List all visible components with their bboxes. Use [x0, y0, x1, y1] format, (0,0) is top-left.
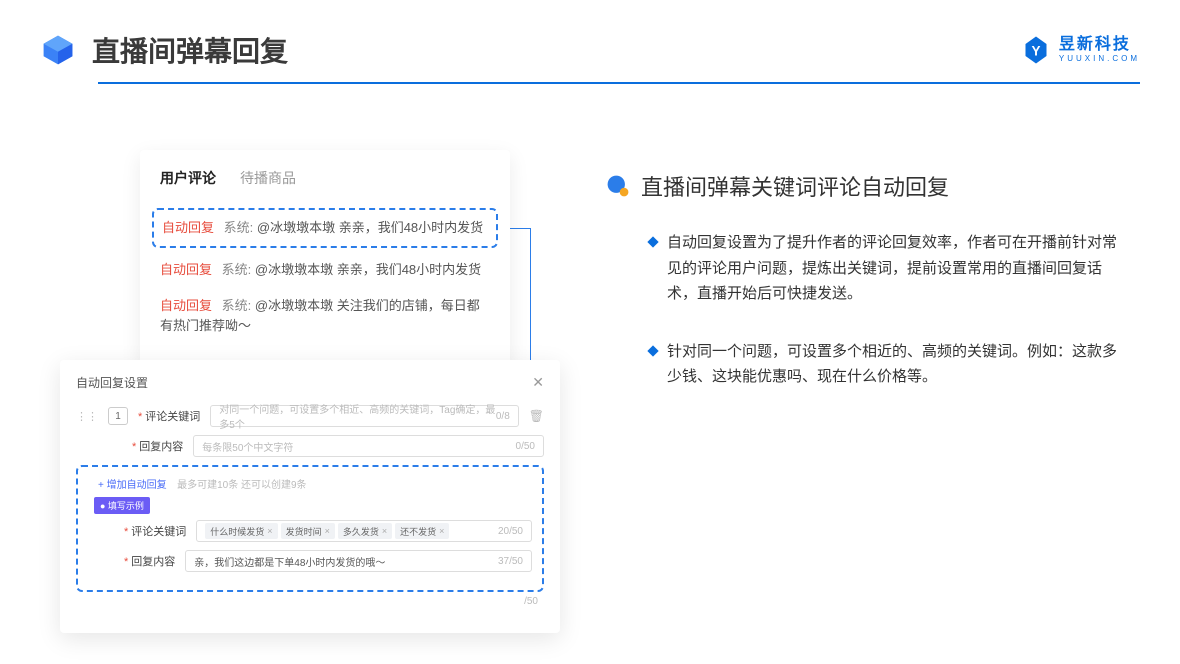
ex-reply-counter: 37/50	[498, 556, 523, 567]
page-header: 直播间弹幕回复 Y 昱新科技 YUUXIN.COM	[0, 0, 1180, 82]
page-title: 直播间弹幕回复	[92, 30, 288, 70]
section-heading: 直播间弹幕关键词评论自动回复	[605, 170, 1145, 202]
settings-header: 自动回复设置 ✕	[76, 374, 544, 391]
drag-handle-icon[interactable]: ⋮⋮	[76, 410, 98, 423]
left-screenshots: 用户评论 待播商品 自动回复 系统: @冰墩墩本墩 亲亲，我们48小时内发货 自…	[60, 150, 570, 620]
keyword-tag[interactable]: 发货时间×	[281, 523, 335, 539]
example-row-reply: *回复内容 亲，我们这边都是下单48小时内发货的哦～ 37/50	[88, 550, 532, 572]
tabs: 用户评论 待播商品	[140, 168, 510, 202]
bullet-2: 针对同一个问题，可设置多个相近的、高频的关键词。例如：这款多少钱、这块能优惠吗、…	[605, 339, 1145, 390]
cube-icon	[40, 32, 76, 68]
tag-remove-icon[interactable]: ×	[325, 526, 330, 536]
settings-title: 自动回复设置	[76, 374, 148, 391]
brand-logo-icon: Y	[1021, 35, 1051, 65]
ex-keyword-counter: 20/50	[498, 526, 523, 537]
system-label: 系统:	[222, 298, 252, 313]
ex-reply-label: *回复内容	[124, 553, 175, 569]
highlighted-comment-box: 自动回复 系统: @冰墩墩本墩 亲亲，我们48小时内发货	[152, 208, 498, 248]
add-hint: 最多可建10条 还可以创建9条	[177, 480, 306, 491]
row-number: 1	[108, 407, 128, 425]
keyword-label: *评论关键词	[138, 408, 200, 424]
bullet-2-text: 针对同一个问题，可设置多个相近的、高频的关键词。例如：这款多少钱、这块能优惠吗、…	[667, 339, 1127, 390]
auto-reply-tag: 自动回复	[160, 262, 212, 277]
section-title: 直播间弹幕关键词评论自动回复	[641, 170, 949, 202]
delete-icon[interactable]: 🗑	[529, 409, 544, 423]
auto-reply-tag: 自动回复	[162, 220, 214, 235]
auto-reply-settings-panel: 自动回复设置 ✕ ⋮⋮ 1 *评论关键词 对同一个问题，可设置多个相近、高频的关…	[60, 360, 560, 633]
comment-text: @冰墩墩本墩 亲亲，我们48小时内发货	[257, 220, 483, 235]
comments-panel: 用户评论 待播商品 自动回复 系统: @冰墩墩本墩 亲亲，我们48小时内发货 自…	[140, 150, 510, 369]
brand-name-en: YUUXIN.COM	[1059, 55, 1140, 63]
ex-keyword-tags: 什么时候发货×发货时间×多久发货×还不发货×	[205, 523, 452, 539]
form-row-reply: *回复内容 每条限50个中文字符 0/50	[76, 435, 544, 457]
header-underline	[98, 82, 1140, 84]
svg-text:Y: Y	[1031, 43, 1040, 58]
keyword-tag[interactable]: 还不发货×	[395, 523, 449, 539]
ex-reply-text: 亲，我们这边都是下单48小时内发货的哦～	[194, 554, 385, 569]
bubble-icon	[605, 173, 631, 199]
keyword-counter: 0/8	[496, 411, 510, 422]
extra-counter: /50	[524, 596, 538, 607]
example-row-keyword: *评论关键词 什么时候发货×发货时间×多久发货×还不发货× 20/50	[88, 520, 532, 542]
diamond-icon	[647, 236, 658, 247]
example-box: + 增加自动回复 最多可建10条 还可以创建9条 ● 填写示例 *评论关键词 什…	[76, 465, 544, 592]
close-icon[interactable]: ✕	[532, 374, 544, 391]
right-content: 直播间弹幕关键词评论自动回复 自动回复设置为了提升作者的评论回复效率，作者可在开…	[605, 170, 1145, 422]
diamond-icon	[647, 345, 658, 356]
keyword-tag[interactable]: 多久发货×	[338, 523, 392, 539]
tag-remove-icon[interactable]: ×	[267, 526, 272, 536]
keyword-input[interactable]: 对同一个问题，可设置多个相近、高频的关键词，Tag确定，最多5个 0/8	[210, 405, 518, 427]
tab-user-comments[interactable]: 用户评论	[160, 168, 216, 188]
comment-row-2: 自动回复 系统: @冰墩墩本墩 亲亲，我们48小时内发货	[140, 252, 510, 288]
tab-pending-goods[interactable]: 待播商品	[240, 168, 296, 188]
reply-input[interactable]: 每条限50个中文字符 0/50	[193, 435, 544, 457]
keyword-tag[interactable]: 什么时候发货×	[205, 523, 277, 539]
ex-keyword-input[interactable]: 什么时候发货×发货时间×多久发货×还不发货× 20/50	[196, 520, 532, 542]
tag-remove-icon[interactable]: ×	[439, 526, 444, 536]
comment-row-1: 自动回复 系统: @冰墩墩本墩 亲亲，我们48小时内发货	[162, 218, 488, 238]
reply-counter: 0/50	[516, 441, 535, 452]
comment-row-3: 自动回复 系统: @冰墩墩本墩 关注我们的店铺，每日都有热门推荐呦～	[140, 288, 510, 344]
brand-name-cn: 昱新科技	[1059, 37, 1140, 53]
form-row-keyword: ⋮⋮ 1 *评论关键词 对同一个问题，可设置多个相近、高频的关键词，Tag确定，…	[76, 405, 544, 427]
ex-reply-input[interactable]: 亲，我们这边都是下单48小时内发货的哦～ 37/50	[185, 550, 532, 572]
comment-text: @冰墩墩本墩 亲亲，我们48小时内发货	[255, 262, 481, 277]
reply-label: *回复内容	[132, 438, 183, 454]
system-label: 系统:	[224, 220, 254, 235]
bullet-1-text: 自动回复设置为了提升作者的评论回复效率，作者可在开播前针对常见的评论用户问题，提…	[667, 230, 1127, 307]
reply-placeholder: 每条限50个中文字符	[202, 439, 293, 454]
system-label: 系统:	[222, 262, 252, 277]
keyword-placeholder: 对同一个问题，可设置多个相近、高频的关键词，Tag确定，最多5个	[219, 401, 496, 431]
bullet-1: 自动回复设置为了提升作者的评论回复效率，作者可在开播前针对常见的评论用户问题，提…	[605, 230, 1145, 307]
ex-keyword-label: *评论关键词	[124, 523, 186, 539]
example-badge: ● 填写示例	[94, 497, 150, 514]
brand: Y 昱新科技 YUUXIN.COM	[1021, 35, 1140, 65]
add-auto-reply-link[interactable]: + 增加自动回复	[98, 480, 167, 491]
auto-reply-tag: 自动回复	[160, 298, 212, 313]
tag-remove-icon[interactable]: ×	[382, 526, 387, 536]
